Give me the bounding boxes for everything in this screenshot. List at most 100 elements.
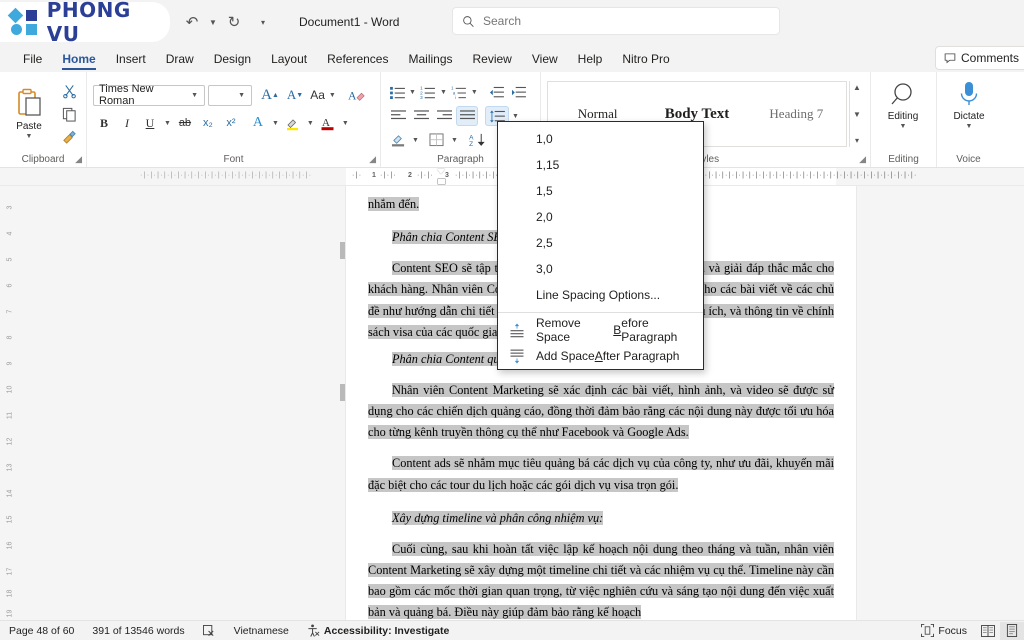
font-name-chevron-down-icon[interactable]: ▼ <box>189 92 200 99</box>
change-case-chevron-down-icon[interactable]: ▼ <box>327 92 338 99</box>
text-effects-button[interactable]: A <box>247 112 269 134</box>
align-center-button[interactable] <box>410 106 432 126</box>
styles-dialog-launcher[interactable]: ◢ <box>859 154 866 165</box>
shading-button[interactable] <box>387 130 409 150</box>
align-right-button[interactable] <box>433 106 455 126</box>
redo-icon[interactable]: ↻ <box>222 10 246 34</box>
left-indent-marker[interactable] <box>438 179 445 184</box>
cut-button[interactable] <box>58 81 80 101</box>
shrink-font-button[interactable]: A ▼ <box>284 84 306 106</box>
print-layout-button[interactable] <box>1000 621 1024 640</box>
increase-indent-button[interactable] <box>508 82 530 102</box>
line-spacing-menu[interactable]: 1,0 1,15 1,5 2,0 2,5 3,0 Line Spacing Op… <box>497 121 704 370</box>
font-name-combobox[interactable]: Times New Roman ▼ <box>93 83 205 107</box>
status-language[interactable]: Vietnamese <box>225 625 298 637</box>
menu-item-remove-space-before[interactable]: Remove Space Before Paragraph <box>498 316 703 344</box>
borders-chevron-down-icon[interactable]: ▼ <box>449 137 460 144</box>
bullets-button[interactable] <box>387 82 407 102</box>
tab-layout[interactable]: Layout <box>262 49 316 72</box>
customize-qat-chevron-down-icon[interactable]: ▾ <box>257 18 269 27</box>
font-color-chevron-down-icon[interactable]: ▼ <box>340 120 351 127</box>
font-color-button[interactable]: A <box>317 112 339 134</box>
editing-chevron-down-icon[interactable]: ▼ <box>898 123 909 130</box>
menu-item-line-spacing-options[interactable]: Line Spacing Options... <box>498 282 703 308</box>
status-accessibility[interactable]: Accessibility: Investigate <box>298 624 458 637</box>
grow-font-button[interactable]: A ▲ <box>259 84 281 106</box>
paragraph-heading-timeline[interactable]: Xây dựng timeline và phân công nhiệm vụ: <box>368 496 834 529</box>
paragraph-ads-target[interactable]: Content ads sẽ nhắm mục tiêu quảng bá cá… <box>368 443 834 495</box>
status-proofing-button[interactable] <box>194 624 225 637</box>
search-box[interactable]: Search <box>452 7 780 35</box>
underline-button[interactable]: U <box>139 112 161 134</box>
highlight-chevron-down-icon[interactable]: ▼ <box>305 120 316 127</box>
menu-item-spacing-1-5[interactable]: 1,5 <box>498 178 703 204</box>
paste-button[interactable]: Paste ▼ <box>6 86 52 140</box>
italic-button[interactable]: I <box>116 112 138 134</box>
line-spacing-chevron-down-icon[interactable]: ▼ <box>510 113 521 120</box>
tab-mailings[interactable]: Mailings <box>399 49 461 72</box>
clipboard-dialog-launcher[interactable]: ◢ <box>75 154 82 165</box>
focus-button[interactable]: Focus <box>912 624 976 637</box>
read-mode-button[interactable] <box>976 622 1000 640</box>
tab-insert[interactable]: Insert <box>107 49 155 72</box>
paste-chevron-down-icon[interactable]: ▼ <box>24 133 35 140</box>
dictate-chevron-down-icon[interactable]: ▼ <box>964 123 975 130</box>
paragraph-ads-body[interactable]: Nhân viên Content Marketing sẽ xác định … <box>368 370 834 443</box>
tab-home[interactable]: Home <box>53 49 104 72</box>
styles-scrollbar[interactable]: ▲ ▼ ▾ <box>849 81 864 147</box>
multilevel-list-chevron-down-icon[interactable]: ▼ <box>469 89 480 96</box>
styles-scroll-up-icon[interactable]: ▲ <box>853 83 861 92</box>
bullets-chevron-down-icon[interactable]: ▼ <box>407 89 418 96</box>
first-line-indent-marker[interactable] <box>437 169 445 174</box>
tab-review[interactable]: Review <box>464 49 521 72</box>
menu-item-add-space-after[interactable]: Add Space After Paragraph <box>498 343 703 369</box>
change-case-button[interactable]: Aa ▼ <box>309 84 339 106</box>
tab-references[interactable]: References <box>318 49 397 72</box>
style-heading-7[interactable]: Heading 7 <box>747 92 846 136</box>
underline-chevron-down-icon[interactable]: ▼ <box>162 120 173 127</box>
strikethrough-button[interactable]: ab <box>174 112 196 134</box>
sort-button[interactable]: AZ <box>465 130 489 150</box>
numbering-chevron-down-icon[interactable]: ▼ <box>438 89 449 96</box>
align-left-button[interactable] <box>387 106 409 126</box>
font-dialog-launcher[interactable]: ◢ <box>369 154 376 165</box>
editing-button[interactable]: Editing ▼ <box>877 76 929 130</box>
status-page-number[interactable]: Page 48 of 60 <box>0 625 83 637</box>
copy-button[interactable] <box>58 104 80 124</box>
text-effects-chevron-down-icon[interactable]: ▼ <box>270 120 281 127</box>
undo-chevron-down-icon[interactable]: ▼ <box>207 18 219 27</box>
numbering-button[interactable]: 123 <box>418 82 438 102</box>
text-highlight-button[interactable] <box>282 112 304 134</box>
subscript-button[interactable]: x₂ <box>197 112 219 134</box>
search-input[interactable]: Search <box>483 14 521 28</box>
menu-item-spacing-3-0[interactable]: 3,0 <box>498 256 703 282</box>
format-painter-button[interactable] <box>58 127 80 147</box>
paragraph-timeline-body[interactable]: Cuối cùng, sau khi hoàn tất việc lập kế … <box>368 529 834 620</box>
tab-nitro-pro[interactable]: Nitro Pro <box>613 49 678 72</box>
font-size-combobox[interactable]: ▼ <box>208 84 252 106</box>
superscript-button[interactable]: x² <box>220 112 242 134</box>
comments-button[interactable]: Comments <box>934 46 1024 70</box>
vertical-ruler[interactable]: 3 4 5 6 7 8 9 10 11 12 13 14 15 16 17 18… <box>0 186 20 620</box>
undo-icon[interactable]: ↶ <box>180 10 204 34</box>
dictate-button[interactable]: Dictate ▼ <box>943 76 995 130</box>
clear-formatting-button[interactable]: A <box>346 84 368 106</box>
decrease-indent-button[interactable] <box>486 82 508 102</box>
shading-chevron-down-icon[interactable]: ▼ <box>410 137 421 144</box>
font-size-chevron-down-icon[interactable]: ▼ <box>236 92 247 99</box>
status-word-count[interactable]: 391 of 13546 words <box>83 625 193 637</box>
tab-draw[interactable]: Draw <box>157 49 203 72</box>
justify-button[interactable] <box>456 106 478 126</box>
styles-more-icon[interactable]: ▾ <box>855 136 859 145</box>
tab-view[interactable]: View <box>523 49 567 72</box>
bold-button[interactable]: B <box>93 112 115 134</box>
multilevel-list-button[interactable]: 1ai <box>449 82 469 102</box>
tab-design[interactable]: Design <box>205 49 260 72</box>
menu-item-spacing-2-0[interactable]: 2,0 <box>498 204 703 230</box>
tab-help[interactable]: Help <box>569 49 612 72</box>
menu-item-spacing-1-15[interactable]: 1,15 <box>498 152 703 178</box>
tab-file[interactable]: File <box>14 49 51 72</box>
borders-button[interactable] <box>426 130 448 150</box>
menu-item-spacing-1-0[interactable]: 1,0 <box>498 126 703 152</box>
styles-scroll-down-icon[interactable]: ▼ <box>853 110 861 119</box>
